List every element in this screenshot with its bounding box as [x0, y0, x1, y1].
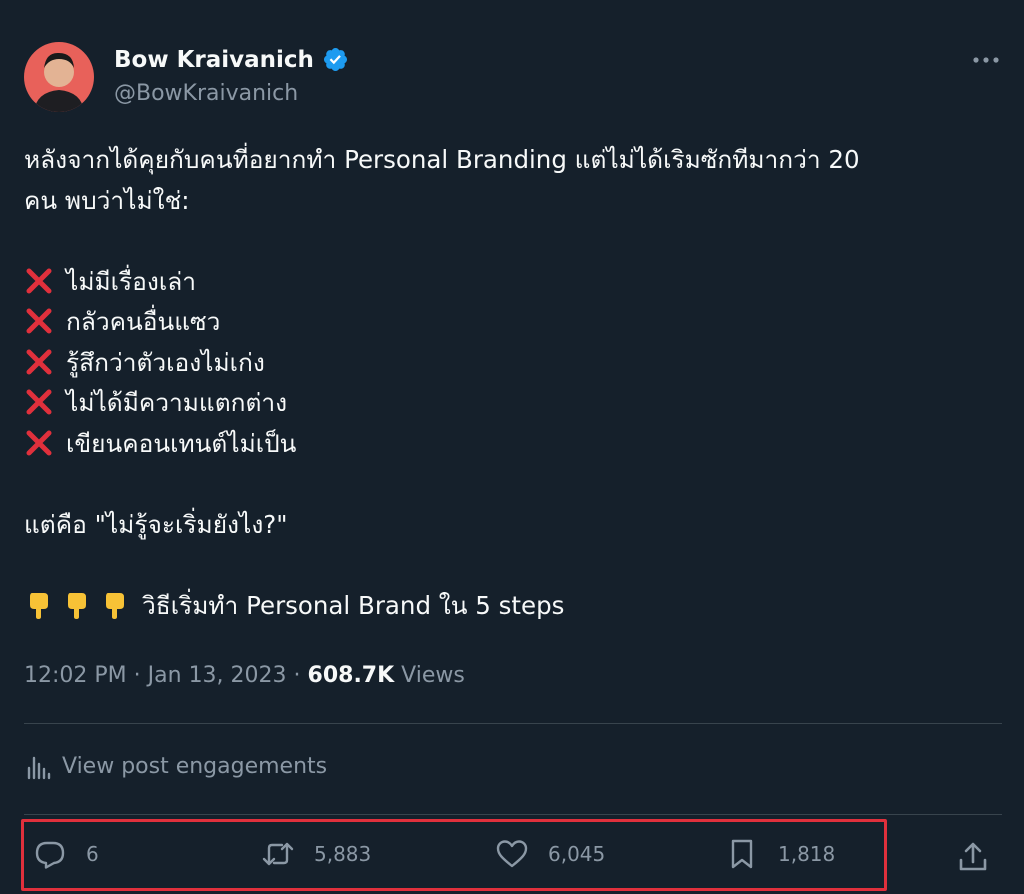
pointing-down-icon	[106, 592, 124, 619]
reason-item: ไม่ได้มีความแตกต่าง	[24, 383, 984, 424]
view-engagements-label: View post engagements	[62, 753, 328, 779]
steps-text: วิธีเริ่มทำ Personal Brand ใน 5 steps	[142, 590, 565, 620]
view-engagements-link[interactable]: View post engagements	[24, 752, 327, 780]
reason-item: รู้สึกว่าตัวเองไม่เก่ง	[24, 343, 984, 384]
repost-icon	[262, 842, 294, 866]
author-name[interactable]: Bow Kraivanich	[114, 47, 314, 73]
views-count: 608.7K	[307, 663, 395, 688]
divider	[24, 723, 1002, 724]
meta-separator: ·	[133, 663, 141, 688]
bookmark-icon	[731, 839, 753, 869]
pointing-down-icon	[68, 592, 86, 619]
divider	[24, 814, 1002, 815]
cross-mark-icon	[26, 268, 52, 293]
reply-icon	[35, 841, 65, 869]
steps-line: วิธีเริ่มทำ Personal Brand ใน 5 steps	[24, 586, 984, 627]
views-label: Views	[401, 663, 465, 688]
reason-item: เขียนคอนเทนต์ไม่เป็น	[24, 424, 984, 465]
tweet-intro-line: หลังจากได้คุยกับคนที่อยากทำ Personal Bra…	[24, 145, 860, 174]
tweet-meta: 12:02 PM · Jan 13, 2023 · 608.7K Views	[24, 663, 465, 688]
cross-mark-icon	[26, 430, 52, 455]
reason-text: กลัวคนอื่นแซว	[66, 307, 221, 336]
share-icon[interactable]	[956, 840, 990, 874]
bookmark-count: 1,818	[778, 842, 836, 866]
tweet-text: หลังจากได้คุยกับคนที่อยากทำ Personal Bra…	[24, 140, 984, 626]
analytics-icon	[27, 756, 51, 780]
tweet-time[interactable]: 12:02 PM	[24, 663, 127, 688]
reply-count: 6	[86, 842, 99, 866]
repost-button[interactable]: 5,883	[262, 838, 371, 870]
avatar[interactable]	[24, 42, 94, 112]
reason-text: ไม่มีเรื่องเล่า	[66, 266, 196, 296]
reason-text: ไม่ได้มีความแตกต่าง	[66, 388, 288, 417]
pointing-down-icon	[30, 592, 48, 619]
tweet-date[interactable]: Jan 13, 2023	[148, 663, 287, 688]
reason-text: รู้สึกว่าตัวเองไม่เก่ง	[66, 347, 265, 377]
tweet-question-line: แต่คือ "ไม่รู้จะเริ่มยังไง?"	[24, 509, 288, 539]
author-name-row[interactable]: Bow Kraivanich	[114, 46, 349, 73]
reason-text: เขียนคอนเทนต์ไม่เป็น	[66, 428, 297, 458]
meta-separator: ·	[293, 663, 301, 688]
reply-button[interactable]: 6	[34, 838, 99, 870]
cross-mark-icon	[26, 389, 52, 415]
repost-count: 5,883	[314, 842, 372, 866]
bookmark-button[interactable]: 1,818	[726, 838, 835, 870]
verified-badge-icon	[323, 47, 347, 72]
more-options-icon[interactable]	[970, 48, 1002, 72]
heart-icon	[496, 840, 528, 868]
cross-mark-icon	[26, 308, 52, 334]
tweet-intro-line: คน พบว่าไม่ใช่:	[24, 185, 190, 215]
reason-item: กลัวคนอื่นแซว	[24, 302, 984, 343]
like-count: 6,045	[548, 842, 606, 866]
reason-item: ไม่มีเรื่องเล่า	[24, 262, 984, 303]
cross-mark-icon	[26, 349, 52, 374]
author-handle[interactable]: @BowKraivanich	[114, 81, 298, 106]
like-button[interactable]: 6,045	[496, 838, 605, 870]
